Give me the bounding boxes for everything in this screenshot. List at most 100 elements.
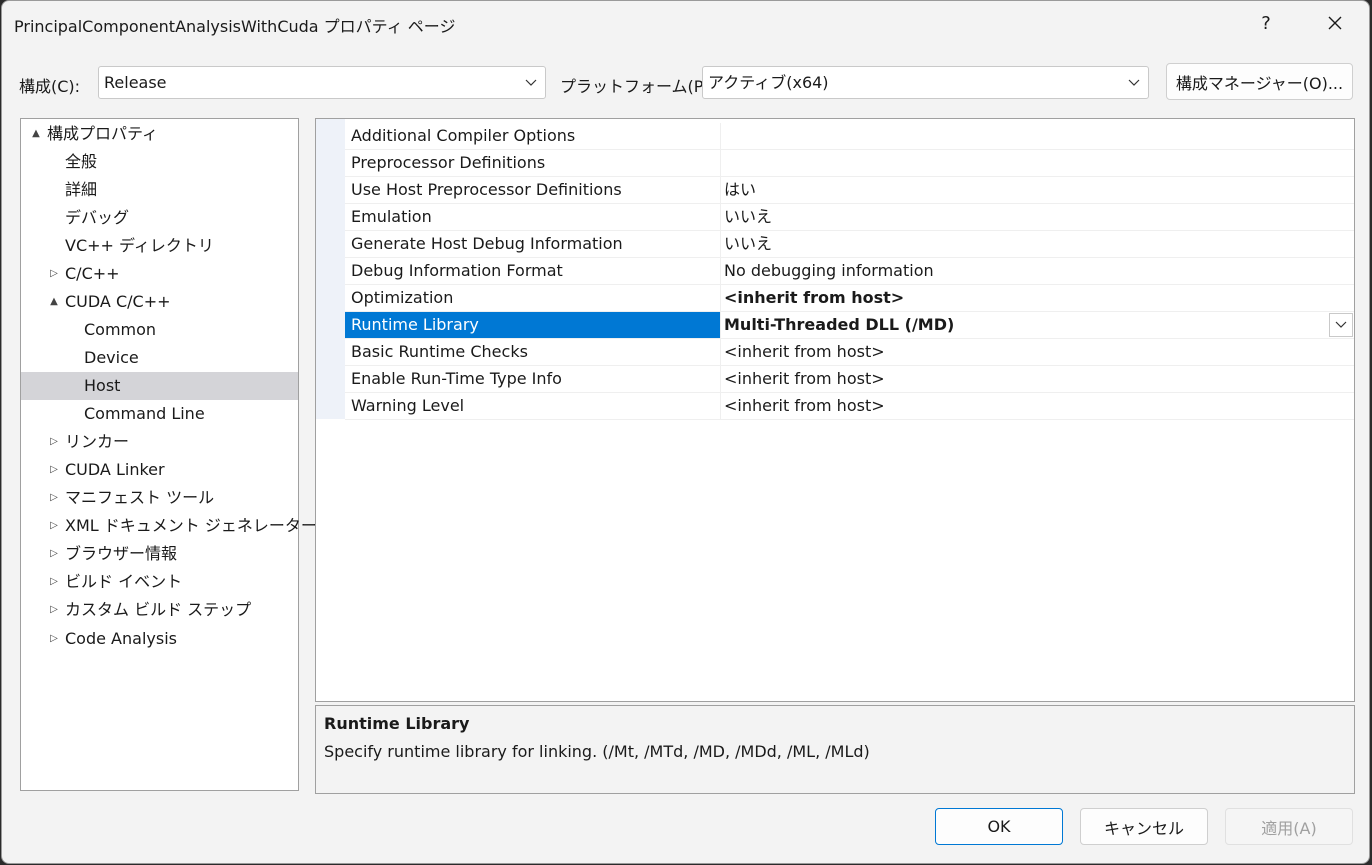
tree-item-label: XML ドキュメント ジェネレーター <box>65 516 317 535</box>
property-row[interactable]: Enable Run-Time Type Info <inherit from h… <box>345 366 1354 393</box>
property-row[interactable]: Use Host Preprocessor Definitions はい <box>345 177 1354 204</box>
collapsed-arrow-icon[interactable]: ▷ <box>48 428 60 456</box>
value-dropdown-button[interactable] <box>1329 313 1353 337</box>
tree-item[interactable]: ▷ リンカー <box>21 428 298 456</box>
description-title: Runtime Library <box>324 714 470 733</box>
collapsed-arrow-icon[interactable]: ▷ <box>48 260 60 288</box>
apply-button[interactable]: 適用(A) <box>1225 808 1353 845</box>
expanded-arrow-icon[interactable]: ▲ <box>48 288 60 316</box>
tree-item-label: マニフェスト ツール <box>65 488 215 507</box>
config-label: 構成(C): <box>19 77 81 96</box>
title-bar: PrincipalComponentAnalysisWithCuda プロパティ… <box>2 1 1369 45</box>
tree-item[interactable]: VC++ ディレクトリ <box>21 232 298 260</box>
tree-item-label: ブラウザー情報 <box>65 544 178 563</box>
tree-item-label: Code Analysis <box>65 629 177 648</box>
property-value[interactable]: Multi-Threaded DLL (/MD) <box>720 312 1354 338</box>
expanded-arrow-icon[interactable]: ▲ <box>30 120 42 148</box>
tree-item[interactable]: デバッグ <box>21 204 298 232</box>
grid-gutter <box>316 119 345 419</box>
tree-item[interactable]: ▷ マニフェスト ツール <box>21 484 298 512</box>
collapsed-arrow-icon[interactable]: ▷ <box>48 484 60 512</box>
tree-item-label: 全般 <box>65 152 98 171</box>
collapsed-arrow-icon[interactable]: ▷ <box>48 540 60 568</box>
cancel-button[interactable]: キャンセル <box>1080 808 1208 845</box>
platform-combo[interactable]: アクティブ(x64) <box>702 66 1149 99</box>
tree-item-label: 構成プロパティ <box>47 124 159 143</box>
tree-item[interactable]: 全般 <box>21 148 298 176</box>
property-value[interactable]: いいえ <box>720 231 1354 257</box>
collapsed-arrow-icon[interactable]: ▷ <box>48 512 60 540</box>
tree-item[interactable]: 詳細 <box>21 176 298 204</box>
config-combo[interactable]: Release <box>98 66 546 99</box>
property-row[interactable]: Runtime Library Multi-Threaded DLL (/MD) <box>345 312 1354 339</box>
tree-item[interactable]: Common <box>21 316 298 344</box>
ok-button[interactable]: OK <box>935 808 1063 845</box>
chevron-down-icon <box>1335 321 1347 328</box>
tree-item[interactable]: ▲ 構成プロパティ <box>21 120 298 148</box>
property-grid: Additional Compiler Options Preprocessor … <box>315 118 1355 702</box>
tree-item[interactable]: ▷ Code Analysis <box>21 625 298 653</box>
property-row[interactable]: Warning Level <inherit from host> <box>345 393 1354 420</box>
property-pages-dialog: PrincipalComponentAnalysisWithCuda プロパティ… <box>1 0 1370 864</box>
window-title: PrincipalComponentAnalysisWithCuda プロパティ… <box>14 17 456 36</box>
tree-item-label: CUDA C/C++ <box>65 292 171 311</box>
property-row[interactable]: Additional Compiler Options <box>345 123 1354 150</box>
platform-label: プラットフォーム(P): <box>560 77 716 96</box>
property-value[interactable] <box>720 123 1354 149</box>
collapsed-arrow-icon[interactable]: ▷ <box>48 625 60 653</box>
tree-item-label: Command Line <box>84 404 205 423</box>
tree-item[interactable]: ▷ ビルド イベント <box>21 568 298 596</box>
tree-item[interactable]: ▷ CUDA Linker <box>21 456 298 484</box>
property-row[interactable]: Basic Runtime Checks <inherit from host> <box>345 339 1354 366</box>
tree-item-label: C/C++ <box>65 264 120 283</box>
tree-item-label: カスタム ビルド ステップ <box>65 600 252 619</box>
property-value[interactable] <box>720 150 1354 176</box>
property-value[interactable]: <inherit from host> <box>720 339 1354 365</box>
tree-item[interactable]: Host <box>21 372 298 400</box>
close-icon <box>1328 16 1342 30</box>
tree-item-label: VC++ ディレクトリ <box>65 236 214 255</box>
property-name: Generate Host Debug Information <box>351 234 623 253</box>
tree-item-label: Host <box>84 376 121 395</box>
tree-item[interactable]: ▷ XML ドキュメント ジェネレーター <box>21 512 317 540</box>
tree-item[interactable]: ▷ カスタム ビルド ステップ <box>21 596 298 624</box>
tree-item-label: デバッグ <box>65 208 130 227</box>
close-button[interactable] <box>1312 5 1358 41</box>
description-text: Specify runtime library for linking. (/M… <box>324 742 870 761</box>
collapsed-arrow-icon[interactable]: ▷ <box>48 568 60 596</box>
tree-item-label: ビルド イベント <box>65 572 183 591</box>
property-name: Enable Run-Time Type Info <box>351 369 562 388</box>
property-row[interactable]: Optimization <inherit from host> <box>345 285 1354 312</box>
property-name: Runtime Library <box>345 312 720 338</box>
property-value[interactable]: いいえ <box>720 204 1354 230</box>
property-value[interactable]: <inherit from host> <box>720 366 1354 392</box>
property-row[interactable]: Preprocessor Definitions <box>345 150 1354 177</box>
collapsed-arrow-icon[interactable]: ▷ <box>48 596 60 624</box>
property-value[interactable]: <inherit from host> <box>720 285 1354 311</box>
property-row[interactable]: Generate Host Debug Information いいえ <box>345 231 1354 258</box>
property-row[interactable]: Emulation いいえ <box>345 204 1354 231</box>
property-row[interactable]: Debug Information Format No debugging inf… <box>345 258 1354 285</box>
property-value[interactable]: No debugging information <box>720 258 1354 284</box>
tree-item-label: Common <box>84 320 157 339</box>
tree-item[interactable]: Device <box>21 344 298 372</box>
tree-item-label: CUDA Linker <box>65 460 165 479</box>
tree-item[interactable]: ▷ C/C++ <box>21 260 298 288</box>
tree-item-label: Device <box>84 348 139 367</box>
tree-item[interactable]: Command Line <box>21 400 298 428</box>
property-name: Warning Level <box>351 396 465 415</box>
property-value[interactable]: <inherit from host> <box>720 393 1354 419</box>
tree-item[interactable]: ▷ ブラウザー情報 <box>21 540 298 568</box>
chevron-down-icon <box>1126 67 1142 98</box>
property-value[interactable]: はい <box>720 177 1354 203</box>
config-manager-button[interactable]: 構成マネージャー(O)... <box>1166 63 1353 100</box>
tree-item[interactable]: ▲ CUDA C/C++ <box>21 288 298 316</box>
help-button[interactable]: ? <box>1243 5 1289 41</box>
property-name: Additional Compiler Options <box>351 126 576 145</box>
category-tree: ▲ 構成プロパティ全般詳細デバッグ VC++ ディレクトリ ▷ C/C++ ▲ CUDA C… <box>20 118 317 791</box>
tree-item-label: リンカー <box>65 432 130 451</box>
collapsed-arrow-icon[interactable]: ▷ <box>48 456 60 484</box>
description-pane: Runtime Library Specify runtime library … <box>315 705 1355 794</box>
property-name: Debug Information Format <box>351 261 563 280</box>
tree-item-label: 詳細 <box>65 180 98 199</box>
